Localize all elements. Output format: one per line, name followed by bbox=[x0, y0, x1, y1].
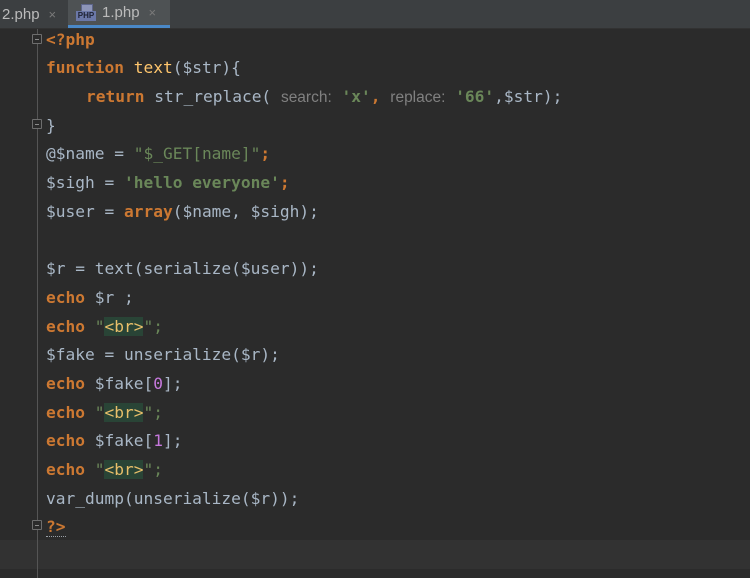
code-line-6[interactable]: $sigh = 'hello everyone'; bbox=[46, 168, 290, 197]
html-tag-injection: <br> bbox=[104, 460, 144, 479]
fold-marker-icon[interactable] bbox=[32, 34, 42, 44]
code-line-15[interactable]: echo $fake[1]; bbox=[46, 426, 182, 455]
current-line-highlight bbox=[0, 540, 750, 569]
close-icon[interactable]: × bbox=[49, 7, 57, 22]
code-line-7[interactable]: $user = array($name, $sigh); bbox=[46, 197, 319, 226]
code-line-2[interactable]: function text($str){ bbox=[46, 53, 241, 82]
tab-label: 1.php bbox=[102, 4, 140, 21]
html-tag-injection: <br> bbox=[104, 317, 144, 336]
code-line-17[interactable]: var_dump(unserialize($r)); bbox=[46, 484, 299, 513]
gutter-separator bbox=[37, 29, 38, 578]
code-line-14[interactable]: echo "<br>"; bbox=[46, 398, 163, 427]
fold-marker-icon[interactable] bbox=[32, 520, 42, 530]
fold-marker-icon[interactable] bbox=[32, 119, 42, 129]
code-line-16[interactable]: echo "<br>"; bbox=[46, 455, 163, 484]
parameter-hint: search: bbox=[280, 89, 332, 106]
code-line-9[interactable]: $r = text(serialize($user)); bbox=[46, 254, 319, 283]
code-line-11[interactable]: echo "<br>"; bbox=[46, 312, 163, 341]
code-line-3[interactable]: return str_replace( search: 'x', replace… bbox=[86, 82, 562, 111]
php-file-icon: PHP bbox=[76, 3, 96, 22]
tab-label: 2.php bbox=[2, 5, 40, 23]
tab-2-php[interactable]: 2.php × bbox=[0, 0, 68, 28]
code-line-13[interactable]: echo $fake[0]; bbox=[46, 369, 182, 398]
tab-1-php[interactable]: PHP 1.php × bbox=[68, 0, 170, 28]
editor-tab-bar: 2.php × PHP 1.php × bbox=[0, 0, 750, 29]
html-tag-injection: <br> bbox=[104, 403, 144, 422]
php-open-tag: <?php bbox=[46, 30, 95, 49]
code-line-4[interactable]: } bbox=[46, 111, 56, 140]
code-line-12[interactable]: $fake = unserialize($r); bbox=[46, 340, 280, 369]
code-line-5[interactable]: @$name = "$_GET[name]"; bbox=[46, 139, 270, 168]
code-line-18[interactable]: ?> bbox=[46, 512, 66, 541]
code-line-10[interactable]: echo $r ; bbox=[46, 283, 134, 312]
parameter-hint: replace: bbox=[390, 89, 446, 106]
close-icon[interactable]: × bbox=[149, 5, 157, 20]
code-line-1[interactable]: <?php bbox=[46, 25, 95, 54]
php-close-tag: ?> bbox=[46, 517, 66, 537]
